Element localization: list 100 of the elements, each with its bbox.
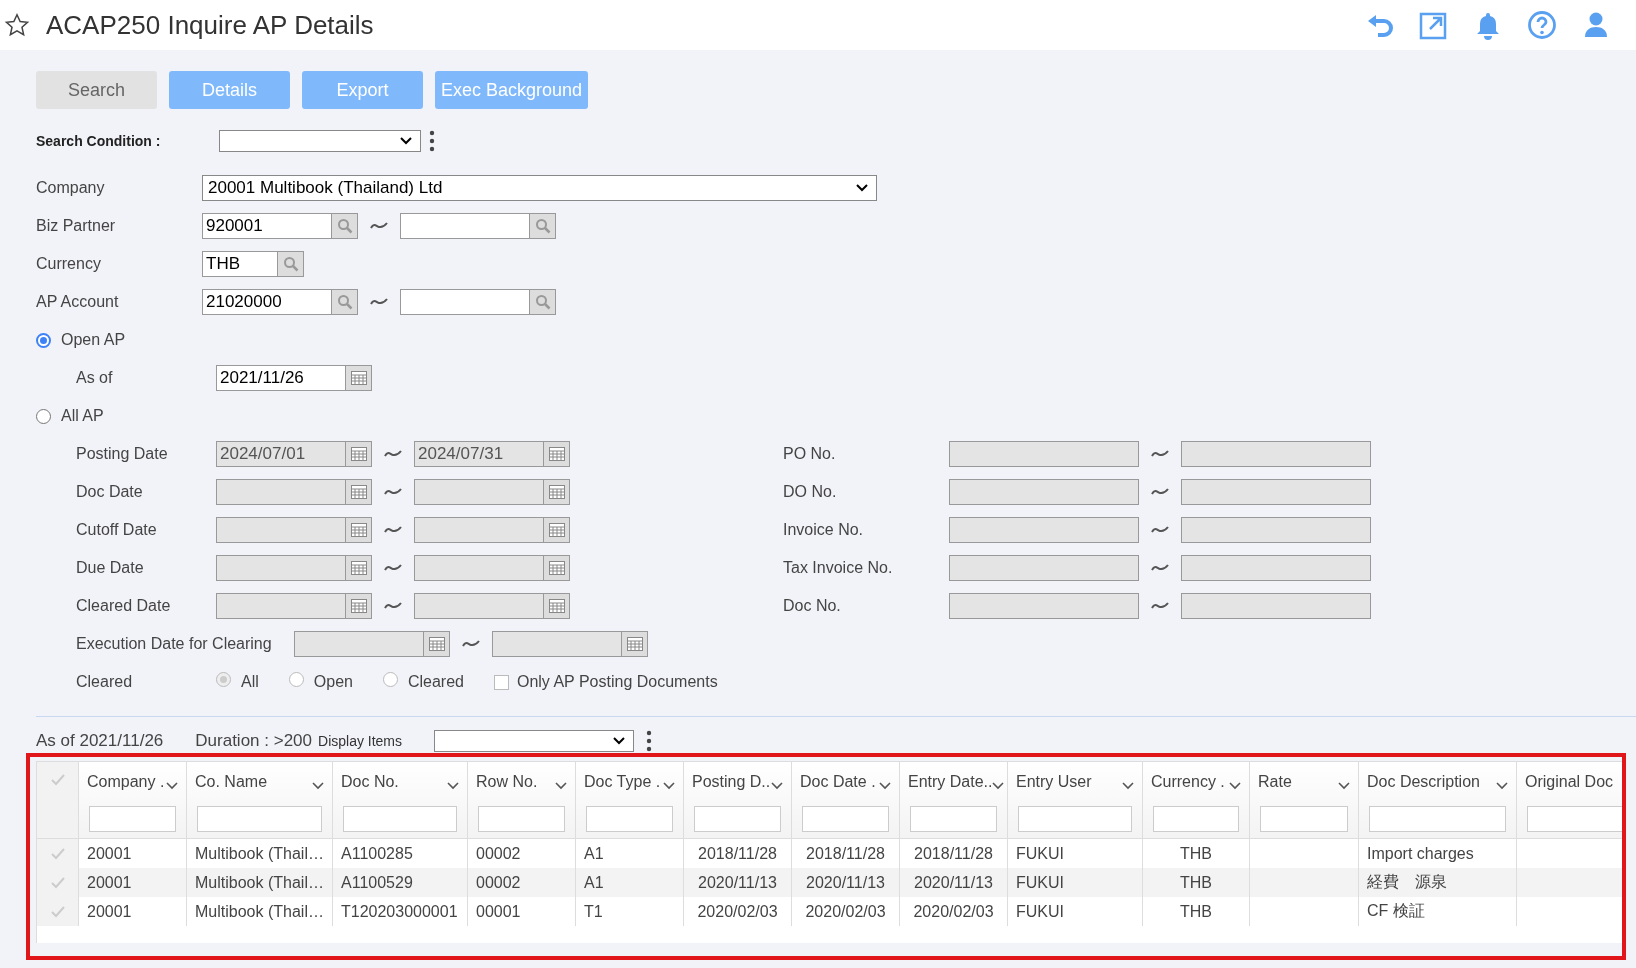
search-button[interactable]: [332, 289, 358, 315]
filter-field[interactable]: [89, 806, 176, 832]
calendar-button[interactable]: [544, 593, 570, 619]
date-field[interactable]: 2021/11/26: [216, 365, 346, 391]
filter-field[interactable]: [197, 806, 322, 832]
radio-button[interactable]: [216, 671, 231, 687]
check-icon[interactable]: [50, 905, 65, 918]
input-field[interactable]: 21020000: [202, 289, 332, 315]
chevron-down-icon[interactable]: [1122, 782, 1134, 790]
radio-button[interactable]: [382, 671, 398, 687]
filter-field[interactable]: [1260, 806, 1348, 832]
chevron-down-icon[interactable]: [1496, 782, 1508, 790]
page-title: ACAP250 Inquire AP Details: [46, 9, 374, 41]
column-header[interactable]: Currency .: [1151, 773, 1225, 791]
column-header[interactable]: Entry User: [1016, 773, 1092, 791]
checkbox-label: Only AP Posting Documents: [516, 673, 718, 691]
chevron-down-icon[interactable]: [447, 782, 459, 790]
column-header[interactable]: Doc No.: [341, 773, 399, 791]
search-button[interactable]: [278, 251, 304, 277]
column-header[interactable]: Doc Date .: [800, 773, 876, 791]
column-header[interactable]: Rate: [1258, 773, 1292, 791]
star-icon[interactable]: [4, 12, 30, 38]
filter-field[interactable]: [910, 806, 997, 832]
checkbox[interactable]: [493, 674, 509, 690]
calendar-button[interactable]: [424, 631, 450, 657]
date-field[interactable]: [414, 593, 544, 619]
chevron-down-icon[interactable]: [555, 782, 567, 790]
calendar-button[interactable]: [544, 555, 570, 581]
input-field[interactable]: THB: [202, 251, 278, 277]
calendar-icon: [548, 523, 565, 537]
radio-button[interactable]: [288, 671, 304, 687]
more-icon[interactable]: [429, 130, 435, 152]
filter-field[interactable]: [694, 806, 781, 832]
toolbar-button[interactable]: Search: [36, 71, 157, 109]
calendar-button[interactable]: [622, 631, 648, 657]
input-field[interactable]: [1181, 555, 1371, 581]
display-items-select[interactable]: [434, 730, 635, 752]
input-field[interactable]: [1181, 479, 1371, 505]
calendar-button[interactable]: [544, 441, 570, 467]
filter-field[interactable]: [802, 806, 889, 832]
chevron-down-icon[interactable]: [1338, 782, 1350, 790]
column-header[interactable]: Doc Type .: [584, 773, 661, 791]
column-header[interactable]: Entry Date..: [908, 773, 993, 791]
search-button[interactable]: [530, 289, 556, 315]
calendar-button[interactable]: [346, 441, 372, 467]
date-field[interactable]: [492, 631, 622, 657]
input-field[interactable]: [1181, 517, 1371, 543]
calendar-button[interactable]: [544, 479, 570, 505]
calendar-button[interactable]: [346, 479, 372, 505]
search-condition-select[interactable]: [219, 130, 421, 152]
column-header[interactable]: Doc Description: [1367, 773, 1480, 791]
check-icon[interactable]: [50, 847, 65, 860]
filter-field[interactable]: [586, 806, 673, 832]
chevron-down-icon[interactable]: [1229, 782, 1241, 790]
calendar-button[interactable]: [346, 555, 372, 581]
more-icon[interactable]: [646, 730, 653, 752]
input-field[interactable]: [400, 289, 530, 315]
search-button[interactable]: [332, 213, 358, 239]
chevron-down-icon[interactable]: [992, 782, 1005, 790]
tilde-icon: [1151, 488, 1169, 496]
calendar-button[interactable]: [544, 517, 570, 543]
filter-field[interactable]: [1369, 806, 1506, 832]
calendar-button[interactable]: [346, 365, 372, 391]
check-icon[interactable]: [50, 876, 65, 889]
filter-field[interactable]: [1527, 806, 1623, 832]
search-button[interactable]: [530, 213, 556, 239]
filter-field[interactable]: [478, 806, 565, 832]
radio-button[interactable]: [36, 332, 51, 348]
chevron-down-icon[interactable]: [312, 782, 324, 790]
filter-field[interactable]: [1018, 806, 1132, 832]
field-label: DO No.: [783, 483, 838, 501]
column-header[interactable]: Co. Name: [195, 773, 268, 791]
date-field[interactable]: [414, 517, 544, 543]
calendar-icon: [350, 485, 367, 499]
column-header[interactable]: Company .: [87, 773, 165, 791]
filter-field[interactable]: [343, 806, 457, 832]
company-select[interactable]: 20001 Multibook (Thailand) Ltd: [202, 175, 877, 201]
column-header[interactable]: Original Doc: [1525, 773, 1614, 791]
field-label: Search Condition :: [36, 133, 162, 149]
input-field[interactable]: [1181, 593, 1371, 619]
chevron-down-icon[interactable]: [879, 782, 891, 790]
tilde-icon: [370, 222, 388, 230]
input-field[interactable]: [400, 213, 530, 239]
column-header[interactable]: Posting D..: [692, 773, 771, 791]
chevron-down-icon[interactable]: [771, 782, 783, 790]
calendar-button[interactable]: [346, 517, 372, 543]
input-field[interactable]: [1181, 441, 1371, 467]
radio-label: Open AP: [61, 331, 126, 349]
input-field[interactable]: 920001: [202, 213, 332, 239]
help-icon[interactable]: [1526, 9, 1558, 41]
date-field[interactable]: [414, 555, 544, 581]
calendar-button[interactable]: [346, 593, 372, 619]
chevron-down-icon[interactable]: [663, 782, 675, 790]
date-field[interactable]: [414, 479, 544, 505]
chevron-down-icon[interactable]: [166, 782, 178, 790]
check-icon[interactable]: [50, 774, 65, 786]
filter-field[interactable]: [1153, 806, 1239, 832]
field-label: Due Date: [76, 559, 145, 577]
radio-button[interactable]: [36, 408, 51, 424]
column-header[interactable]: Row No.: [476, 773, 538, 791]
